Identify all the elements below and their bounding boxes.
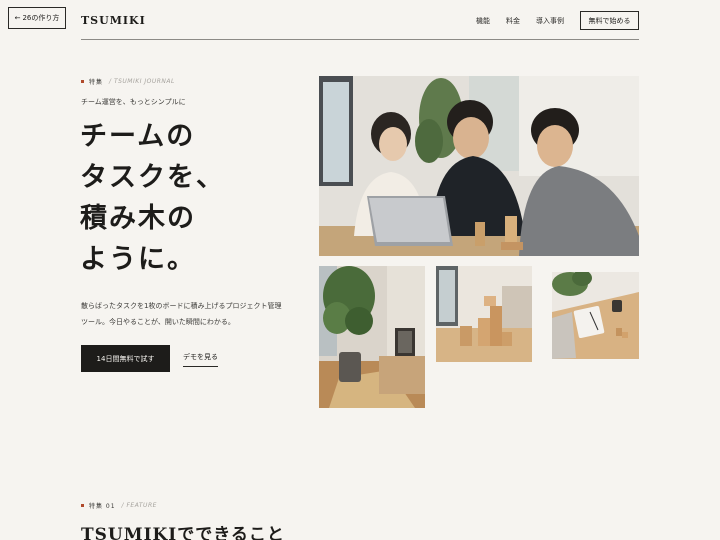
feature-eyebrow: 特集 01 / FEATURE: [81, 501, 157, 510]
start-free-button[interactable]: 無料で始める: [580, 11, 639, 30]
interior-plant-photo: [319, 266, 425, 408]
hero-eyebrow: 特集 / TSUMIKI JOURNAL: [81, 77, 175, 86]
wooden-blocks-photo: [436, 266, 532, 362]
nav-case-studies[interactable]: 導入事例: [536, 16, 564, 26]
nav-features[interactable]: 機能: [476, 16, 490, 26]
demo-link[interactable]: デモを見る: [183, 352, 218, 367]
hero-title-line: タスクを、: [80, 162, 225, 193]
hero-title-line: ように。: [80, 244, 196, 275]
nav-pricing[interactable]: 料金: [506, 16, 520, 26]
site-header: TSUMIKI 機能 料金 導入事例 無料で始める: [81, 0, 639, 40]
hero-tagline: チーム運営を、もっとシンプルに: [81, 98, 186, 106]
eyebrow-label: 特集: [89, 79, 104, 86]
hero-description: 散らばったタスクを1枚のボードに積み上げるプロジェクト管理 ツール。今日やること…: [81, 298, 301, 330]
logo[interactable]: TSUMIKI: [81, 14, 146, 27]
feature-section-title: TSUMIKIでできること: [81, 525, 285, 540]
main-nav: 機能 料金 導入事例 無料で始める: [476, 11, 639, 30]
eyebrow-label: 特集 01: [89, 503, 116, 510]
hero-description-line: ツール。今日やることが、開いた瞬間にわかる。: [81, 318, 235, 326]
arrow-left-icon: ←: [14, 14, 21, 22]
accent-dot: [81, 504, 84, 507]
hero-title: チームの タスクを、 積み木の ように。: [80, 116, 225, 280]
back-button-label: 26の作り方: [22, 14, 60, 22]
back-button[interactable]: ← 26の作り方: [8, 7, 66, 29]
desk-notebook-photo: [552, 272, 639, 359]
accent-dot: [81, 80, 84, 83]
free-trial-button[interactable]: 14日間無料で試す: [81, 345, 170, 372]
eyebrow-sub: / FEATURE: [121, 502, 157, 509]
hero-title-line: チームの: [80, 121, 196, 152]
hero-title-line: 積み木の: [80, 203, 196, 234]
hero-description-line: 散らばったタスクを1枚のボードに積み上げるプロジェクト管理: [81, 302, 282, 310]
team-photo: [319, 76, 639, 256]
eyebrow-sub: / TSUMIKI JOURNAL: [109, 78, 175, 85]
